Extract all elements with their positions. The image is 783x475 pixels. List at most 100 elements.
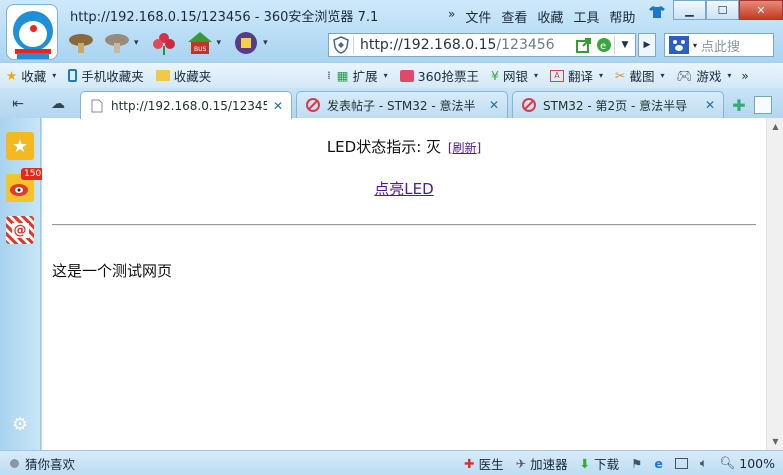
menu-bar: » 文件 查看 收藏 工具 帮助 xyxy=(448,7,635,26)
refresh-flower-icon[interactable] xyxy=(149,28,179,58)
refresh-link[interactable]: [刷新] xyxy=(448,141,481,155)
gear-icon: ⚙ xyxy=(11,413,29,435)
close-tab-icon[interactable]: ✕ xyxy=(489,98,499,112)
window-icon[interactable] xyxy=(674,457,688,469)
grid-icon: ▦ xyxy=(336,68,349,83)
search-input[interactable]: 点此搜 xyxy=(701,36,740,55)
accelerator-button[interactable]: ✈ 加速器 xyxy=(516,454,568,473)
medical-cross-icon: ✚ xyxy=(464,455,475,471)
sidebar-toggle-icon[interactable]: ⇤ xyxy=(6,93,30,115)
zoom-control[interactable]: 🔍︎ 100% xyxy=(719,455,775,471)
vertical-scrollbar[interactable]: ▲ ▼ xyxy=(766,118,783,450)
mail-at-icon: @ xyxy=(11,222,29,238)
fav-screenshot[interactable]: ✂ 截图 ▾ xyxy=(609,66,671,85)
new-tab-button[interactable]: ✚ xyxy=(730,95,748,115)
sidebar-settings-button[interactable]: ⚙ xyxy=(6,410,34,438)
home-dropdown-icon[interactable]: ▾ xyxy=(217,38,222,48)
scroll-up-icon[interactable]: ▲ xyxy=(767,118,783,135)
menu-tools[interactable]: 工具 xyxy=(573,7,599,26)
fav-overflow-icon[interactable]: » xyxy=(741,69,748,83)
sidebar-favorites-button[interactable]: ★ xyxy=(6,132,34,160)
ticket-icon xyxy=(399,69,414,82)
page-icon xyxy=(89,98,105,114)
close-icon: ✕ xyxy=(756,3,766,17)
skin-icon[interactable] xyxy=(649,5,665,19)
ie-icon[interactable]: e xyxy=(654,456,662,471)
bank-icon: ¥ xyxy=(490,68,499,83)
status-bar: 猜你喜欢 ✚ 医生 ✈ 加速器 ⬇ 下载 ⚑ e 🔈︎ 🔍︎ 100% xyxy=(0,450,783,475)
led-status-label: LED状态指示: 灭 xyxy=(326,138,442,156)
sidebar-mail-button[interactable]: @ xyxy=(6,216,34,244)
page-content: LED状态指示: 灭 [刷新] 点亮LED 这是一个测试网页 xyxy=(42,118,766,450)
minimize-button[interactable]: ▁ xyxy=(673,0,706,20)
go-button[interactable]: ▶ xyxy=(638,33,656,57)
forward-dropdown-icon[interactable]: ▾ xyxy=(134,38,139,48)
flag-icon[interactable]: ⚑ xyxy=(631,456,642,471)
fav-folder[interactable]: 收藏夹 xyxy=(150,66,218,85)
star-add-icon: ★ xyxy=(6,68,18,83)
close-button[interactable]: ✕ xyxy=(739,0,783,20)
security-shield-icon[interactable] xyxy=(329,34,353,56)
fav-extensions[interactable]: ▦ 扩展 ▾ xyxy=(331,66,394,85)
svg-text:e: e xyxy=(600,41,606,52)
speaker-icon[interactable]: 🔈︎ xyxy=(700,455,708,471)
chevron-down-icon: ▾ xyxy=(727,71,732,80)
tab-2[interactable]: 发表帖子 - STM32 - 意法半 ✕ xyxy=(296,91,508,118)
url-dropdown-icon[interactable]: ▼ xyxy=(615,35,635,55)
fav-translate[interactable]: A 翻译 ▾ xyxy=(544,66,609,85)
download-arrow-icon: ⬇ xyxy=(579,455,591,471)
chevron-down-icon: ▾ xyxy=(383,71,388,80)
phone-icon xyxy=(68,69,78,82)
menu-view[interactable]: 查看 xyxy=(501,7,527,26)
site-favicon-icon xyxy=(521,97,537,113)
compat-mode-icon[interactable]: e xyxy=(594,35,614,55)
menu-favorites[interactable]: 收藏 xyxy=(537,7,563,26)
light-led-link[interactable]: 点亮LED xyxy=(42,178,766,199)
doctor-button[interactable]: ✚ 医生 xyxy=(464,454,504,473)
maximize-button[interactable]: ☐ xyxy=(706,0,739,20)
more-menu-icon[interactable]: » xyxy=(448,7,455,26)
download-button[interactable]: ⬇ 下载 xyxy=(580,454,620,473)
fav-add[interactable]: ★ 收藏 ▾ xyxy=(0,66,62,85)
minimize-icon: ▁ xyxy=(685,3,694,17)
fav-games[interactable]: 🎮︎ 游戏 ▾ xyxy=(671,66,738,85)
chevron-down-icon: ▾ xyxy=(598,71,603,80)
baidu-paw-icon[interactable] xyxy=(665,34,693,56)
menu-help[interactable]: 帮助 xyxy=(609,7,635,26)
guess-you-like[interactable]: 猜你喜欢 xyxy=(25,454,75,473)
site-favicon-icon xyxy=(305,97,321,113)
tab-strip: ⇤ ☁ http://192.168.0.15/12345 ✕ 发表帖子 - S… xyxy=(0,88,783,119)
sidebar-weibo-button[interactable]: 150 xyxy=(6,168,45,202)
fav-mobile[interactable]: 手机收藏夹 xyxy=(62,66,150,85)
restore-tab-icon[interactable] xyxy=(231,28,261,58)
forward-mushroom-icon[interactable] xyxy=(102,28,132,58)
scissors-icon: ✂ xyxy=(615,68,626,83)
home-house-icon[interactable]: BUS xyxy=(185,28,215,58)
plus-icon: ✚ xyxy=(732,95,746,115)
page-body-text: 这是一个测试网页 xyxy=(52,262,173,280)
status-dot-icon xyxy=(10,458,19,468)
close-tab-icon[interactable]: ✕ xyxy=(705,98,715,112)
fav-bank[interactable]: ¥ 网银 ▾ xyxy=(485,66,544,85)
cloud-icon[interactable]: ☁ xyxy=(46,93,70,115)
weibo-icon xyxy=(10,184,28,196)
scroll-down-icon[interactable]: ▼ xyxy=(767,433,783,450)
url-input[interactable]: http://192.168.0.15/123456 xyxy=(354,37,574,53)
svg-text:BUS: BUS xyxy=(194,46,207,53)
tab-1[interactable]: http://192.168.0.15/12345 ✕ xyxy=(80,91,292,119)
search-engine-dropdown-icon[interactable]: ▾ xyxy=(693,41,697,50)
rocket-icon: ✈ xyxy=(515,455,527,471)
tab-3[interactable]: STM32 - 第2页 - 意法半导 ✕ xyxy=(512,91,724,118)
share-icon[interactable] xyxy=(574,35,594,55)
avatar[interactable] xyxy=(6,4,58,60)
fav-ticket[interactable]: 360抢票王 xyxy=(394,66,485,85)
back-mushroom-icon[interactable] xyxy=(66,28,96,58)
translate-icon: A xyxy=(549,69,564,82)
search-box[interactable]: ▾ 点此搜 xyxy=(664,33,774,57)
tab-list-button[interactable] xyxy=(754,96,772,114)
restore-dropdown-icon[interactable]: ▾ xyxy=(263,38,268,48)
close-tab-icon[interactable]: ✕ xyxy=(273,99,283,113)
menu-file[interactable]: 文件 xyxy=(465,7,491,26)
title-bar: http://192.168.0.15/123456 - 360安全浏览器 7.… xyxy=(0,0,783,62)
address-bar[interactable]: http://192.168.0.15/123456 e ▼ xyxy=(328,33,636,57)
